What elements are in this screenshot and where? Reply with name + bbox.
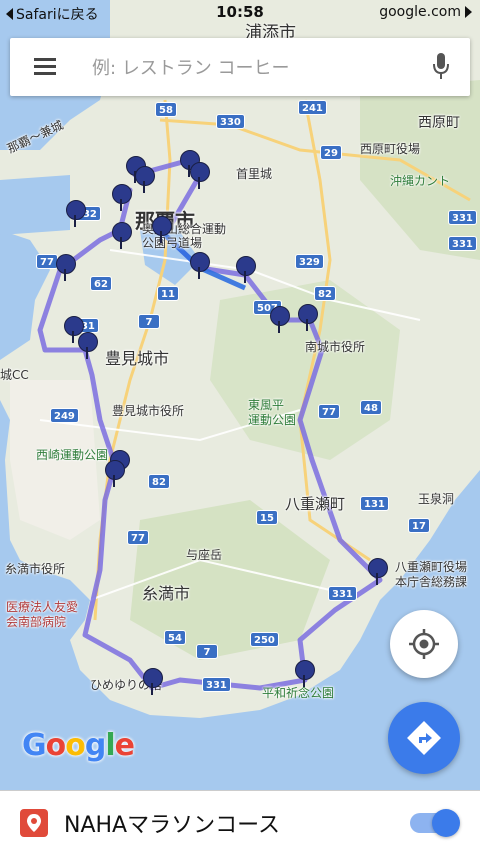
url-indicator: google.com	[379, 4, 472, 20]
course-pin[interactable]	[66, 200, 86, 227]
course-pin[interactable]	[105, 460, 125, 487]
directions-icon	[407, 721, 441, 755]
map-place-jo-cc: 城CC	[0, 368, 29, 382]
course-pin[interactable]	[78, 332, 98, 359]
route-shield: 77	[127, 530, 149, 545]
course-pin[interactable]	[112, 222, 132, 249]
map-place-shuri: 首里城	[236, 167, 273, 181]
hamburger-menu-icon[interactable]	[34, 58, 56, 75]
route-shield: 250	[250, 632, 279, 647]
map-place-heiwa: 平和祈念公園	[262, 686, 335, 700]
microphone-icon[interactable]	[432, 53, 450, 81]
map-place-itoman: 糸満市	[142, 584, 191, 603]
crosshair-icon	[409, 629, 439, 659]
directions-button[interactable]	[388, 702, 460, 774]
map-place-yaese-office: 八重瀬町役場 本庁舎総務課	[395, 560, 468, 589]
map-place-hospital: 医療法人友愛 会南部病院	[6, 600, 79, 629]
map-place-nishihara: 西原町	[418, 115, 460, 131]
route-shield: 48	[360, 400, 382, 415]
layer-toggle[interactable]	[410, 809, 460, 837]
course-pin[interactable]	[56, 254, 76, 281]
course-pin[interactable]	[112, 184, 132, 211]
layer-title: NAHAマラソンコース	[64, 813, 281, 838]
route-shield: 82	[314, 286, 336, 301]
route-shield: 62	[90, 276, 112, 291]
route-shield: 54	[164, 630, 186, 645]
route-shield: 58	[155, 102, 177, 117]
map-place-tomigusuku-office: 豊見城市役所	[112, 404, 185, 418]
google-logo: Google	[22, 728, 135, 763]
course-pin[interactable]	[295, 660, 315, 687]
map-place-nishihara-office: 西原町役場	[360, 142, 421, 156]
route-shield: 77	[36, 254, 58, 269]
route-shield: 331	[448, 236, 477, 251]
my-location-button[interactable]	[390, 610, 458, 678]
route-shield: 131	[360, 496, 389, 511]
map-place-yozadake: 与座岳	[186, 548, 223, 562]
search-input[interactable]: 例: レストラン コーヒー	[92, 54, 290, 80]
map-place-tofuhira: 東風平 運動公園	[248, 398, 297, 427]
course-pin[interactable]	[190, 162, 210, 189]
search-bar[interactable]: 例: レストラン コーヒー	[10, 38, 470, 96]
route-shield: 330	[216, 114, 245, 129]
route-shield: 331	[328, 586, 357, 601]
route-shield: 11	[157, 286, 179, 301]
map-place-itoman-office: 糸満市役所	[5, 562, 66, 576]
map-place-nanjo-office: 南城市役所	[305, 340, 366, 354]
route-shield: 331	[202, 677, 231, 692]
course-pin[interactable]	[298, 304, 318, 331]
route-shield: 77	[318, 404, 340, 419]
route-shield: 17	[408, 518, 430, 533]
route-shield: 249	[50, 408, 79, 423]
status-bar: Safariに戻る 10:58 google.com	[0, 0, 480, 26]
course-pin[interactable]	[143, 668, 163, 695]
route-shield: 29	[320, 145, 342, 160]
course-pin[interactable]	[368, 558, 388, 585]
forward-arrow-icon	[465, 6, 472, 18]
route-shield: 329	[295, 254, 324, 269]
map-place-tamasendo: 玉泉洞	[418, 492, 455, 506]
map-place-golf: 沖縄カント	[390, 174, 451, 188]
map-place-tomigusuku: 豊見城市	[105, 349, 170, 368]
url-text: google.com	[379, 4, 461, 20]
route-shield: 7	[196, 644, 218, 659]
course-pin[interactable]	[135, 166, 155, 193]
route-shield: 331	[448, 210, 477, 225]
course-pin[interactable]	[270, 306, 290, 333]
map-pin-icon	[20, 809, 48, 837]
map-place-yaese: 八重瀬町	[285, 495, 346, 513]
route-shield: 15	[256, 510, 278, 525]
course-pin[interactable]	[236, 256, 256, 283]
course-pin[interactable]	[190, 252, 210, 279]
layer-bar[interactable]: NAHAマラソンコース	[0, 790, 480, 854]
route-shield: 241	[298, 100, 327, 115]
route-shield: 82	[148, 474, 170, 489]
map-place-nishizaki: 西崎運動公園	[36, 448, 109, 462]
course-pin[interactable]	[152, 216, 172, 243]
toggle-knob	[432, 809, 460, 837]
route-shield: 7	[138, 314, 160, 329]
